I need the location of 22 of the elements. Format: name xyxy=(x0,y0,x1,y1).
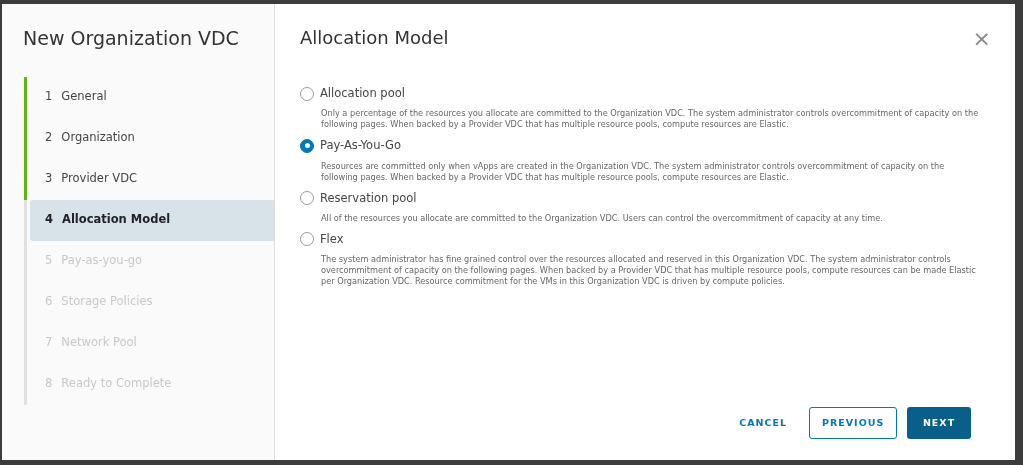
wizard-step[interactable]: 3 Provider VDC xyxy=(30,158,274,200)
radio-button[interactable] xyxy=(300,86,314,101)
radio-button[interactable] xyxy=(300,232,314,247)
option-label[interactable]: Allocation pool xyxy=(320,85,405,103)
option-label[interactable]: Flex xyxy=(320,230,344,248)
previous-button[interactable]: PREVIOUS xyxy=(809,407,897,439)
wizard-step[interactable]: 1 General xyxy=(30,76,274,118)
wizard-step[interactable]: 4 Allocation Model xyxy=(30,199,274,241)
option-description: The system administrator has fine grained control over the resources allocated and reserved in this Organization VDC. The system administrator controls overcommitment of capacity on the following pages. When backed by a Provider VDC that has multiple resource pools, compute resources can be made Elastic per Organization VDC. Resource commitment for the VMs in this Organization VDC is driven by compute policies. xyxy=(321,254,977,287)
option-label[interactable]: Pay-As-You-Go xyxy=(320,137,401,155)
option-label[interactable]: Reservation pool xyxy=(320,189,417,207)
radio-button[interactable] xyxy=(300,138,314,153)
wizard-title: New Organization VDC xyxy=(22,26,240,51)
close-button[interactable]: × xyxy=(972,28,991,50)
cancel-link[interactable]: CANCEL xyxy=(727,407,799,439)
wizard-step[interactable]: 2 Organization xyxy=(30,117,274,159)
option-description: Resources are committed only when vApps are created in the Organization VDC. The system administrator controls overcommitment of capacity on the following pages. When backed by a Provider VDC that has multiple resource pools, compute resources are Elastic. xyxy=(321,160,946,183)
option-description: All of the resources you allocate are committed to the Organization VDC. Users can control the overcommitment of capacity at any time. xyxy=(321,212,884,224)
radio-button[interactable] xyxy=(300,191,314,206)
next-button[interactable]: NEXT xyxy=(907,407,971,439)
option-description: Only a percentage of the resources you allocate are committed to the Organization VDC. The system administrator controls overcommitment of capacity on the following pages. When backed by a Provider VDC that has multiple resource pools, compute resources are Elastic. xyxy=(321,108,980,131)
page-title: Allocation Model xyxy=(300,26,449,50)
